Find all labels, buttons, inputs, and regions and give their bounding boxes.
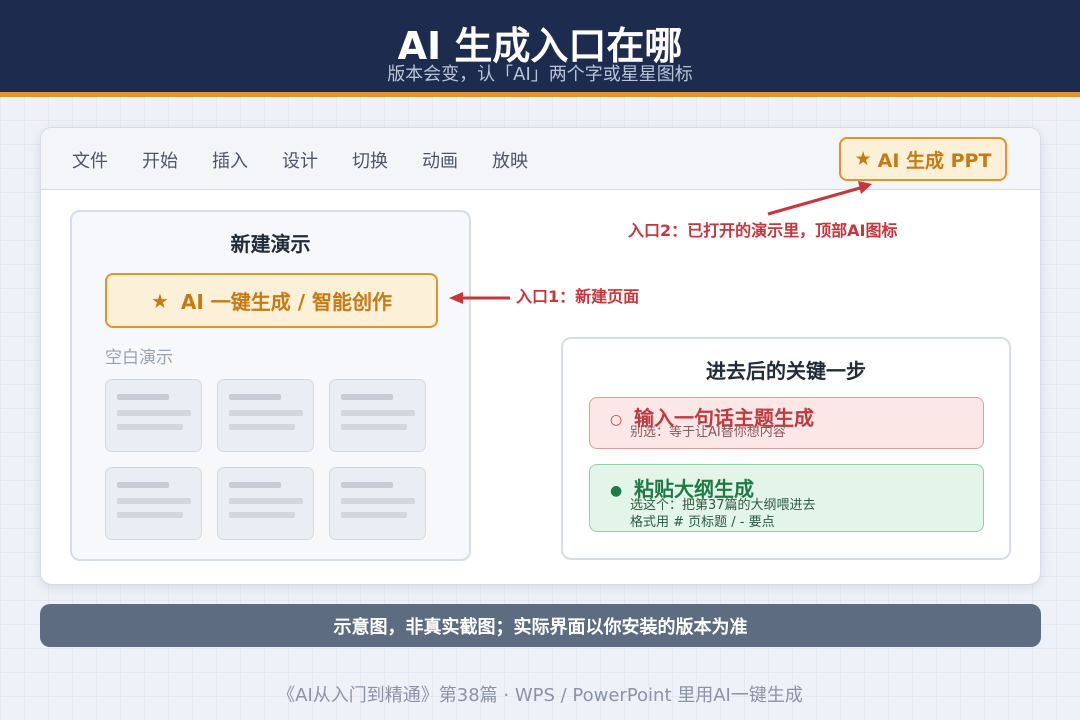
- series-caption: 《AI从入门到精通》第38篇 · WPS / PowerPoint 里用AI一键…: [277, 685, 803, 706]
- tab-insert[interactable]: 插入: [212, 150, 248, 174]
- new-presentation-panel: 新建演示 ★ AI 一键生成 / 智能创作 空白演示: [70, 210, 471, 561]
- star-icon: ★: [150, 288, 169, 313]
- tab-home[interactable]: 开始: [142, 150, 178, 174]
- new-presentation-title: 新建演示: [230, 232, 311, 256]
- option-outline-generate[interactable]: ● 粘贴大纲生成 选这个：把第37篇的大纲喂进去 格式用 # 页标题 / - 要…: [589, 464, 984, 532]
- callout-entry-1: 入口1：新建页面: [516, 287, 640, 306]
- blank-template-thumbnail[interactable]: [217, 467, 314, 540]
- option-outline-format: 格式用 # 页标题 / - 要点: [630, 515, 775, 530]
- option-topic-desc: 别选：等于让AI替你想内容: [630, 425, 786, 440]
- blank-template-thumbnail[interactable]: [329, 379, 426, 452]
- tab-file[interactable]: 文件: [72, 150, 108, 174]
- tab-slideshow[interactable]: 放映: [492, 150, 528, 174]
- ai-generate-ppt-button[interactable]: ★ AI 生成 PPT: [839, 137, 1007, 181]
- callout-entry-2: 入口2：已打开的演示里，顶部AI图标: [628, 221, 898, 240]
- blank-presentation-label: 空白演示: [105, 348, 173, 368]
- page-subtitle: 版本会变，认「AI」两个字或星星图标: [387, 64, 693, 85]
- blank-template-thumbnail[interactable]: [105, 467, 202, 540]
- star-icon: ★: [854, 148, 872, 170]
- blank-template-thumbnail[interactable]: [217, 379, 314, 452]
- tab-transition[interactable]: 切换: [352, 150, 388, 174]
- radio-filled-icon: ●: [610, 483, 623, 499]
- disclaimer-bar: 示意图，非真实截图；实际界面以你安装的版本为准: [40, 604, 1041, 647]
- header-accent-bar: [0, 92, 1080, 97]
- blank-template-thumbnail[interactable]: [105, 379, 202, 452]
- ai-generate-ppt-label: AI 生成 PPT: [877, 149, 992, 172]
- tab-design[interactable]: 设计: [282, 150, 318, 174]
- key-step-title: 进去后的关键一步: [706, 359, 866, 383]
- option-outline-desc: 选这个：把第37篇的大纲喂进去: [630, 498, 816, 513]
- ai-one-click-generate-button[interactable]: ★ AI 一键生成 / 智能创作: [105, 273, 438, 328]
- option-topic-generate[interactable]: ○ 输入一句话主题生成 别选：等于让AI替你想内容: [589, 397, 984, 449]
- key-step-panel: 进去后的关键一步 ○ 输入一句话主题生成 别选：等于让AI替你想内容 ● 粘贴大…: [561, 337, 1011, 560]
- ai-one-click-generate-label: AI 一键生成 / 智能创作: [180, 290, 393, 314]
- tab-animation[interactable]: 动画: [422, 150, 458, 174]
- radio-empty-icon: ○: [610, 412, 623, 428]
- blank-template-thumbnail[interactable]: [329, 467, 426, 540]
- ribbon-menu-bar: 文件 开始 插入 设计 切换 动画 放映 ★ AI 生成 PPT: [41, 128, 1040, 190]
